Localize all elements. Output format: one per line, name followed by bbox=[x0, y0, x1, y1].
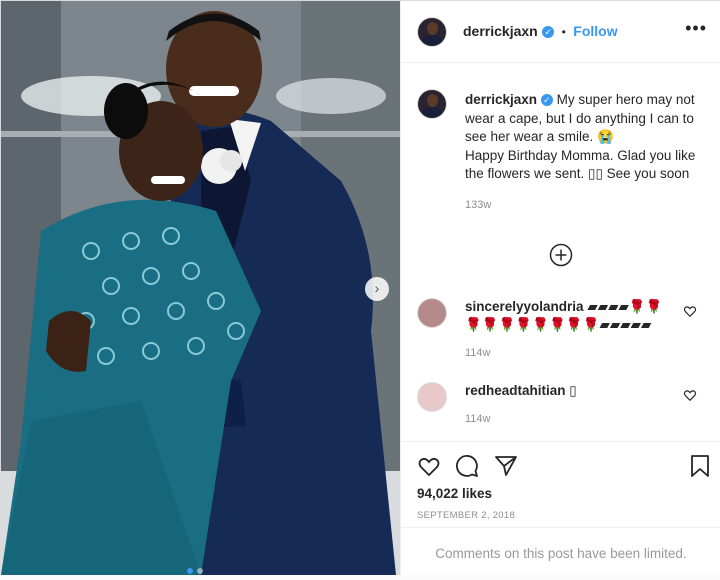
carousel-dot bbox=[197, 568, 203, 574]
share-icon[interactable] bbox=[494, 454, 518, 478]
comment-like-heart-icon[interactable] bbox=[683, 304, 697, 318]
follow-button[interactable]: Follow bbox=[573, 23, 617, 39]
comment-avatar[interactable] bbox=[417, 298, 447, 328]
carousel-dot-active bbox=[187, 568, 193, 574]
instagram-post: › derrickjaxn ✓ • Follow ••• derrickjaxn… bbox=[0, 0, 720, 575]
comment-like-heart-icon[interactable] bbox=[683, 388, 697, 402]
post-caption: derrickjaxn ✓ My super hero may not wear… bbox=[465, 91, 705, 214]
post-sidebar: derrickjaxn ✓ • Follow ••• derrickjaxn ✓… bbox=[400, 1, 720, 575]
caption-text-line2: Happy Birthday Momma. Glad you like the … bbox=[465, 147, 696, 182]
comment-avatar[interactable] bbox=[417, 382, 447, 412]
comment-icon[interactable] bbox=[455, 454, 479, 478]
comment-username[interactable]: redheadtahitian bbox=[465, 383, 566, 398]
carousel-next-button[interactable]: › bbox=[365, 277, 389, 301]
caption-time[interactable]: 133w bbox=[465, 196, 705, 215]
comment-text: ▯ bbox=[569, 383, 577, 398]
post-photo[interactable]: › bbox=[1, 1, 400, 575]
post-date[interactable]: SEPTEMBER 2, 2018 bbox=[417, 510, 515, 521]
post-header: derrickjaxn ✓ • Follow ••• bbox=[401, 1, 720, 63]
comment-username[interactable]: sincerelyyolandria bbox=[465, 299, 584, 314]
likes-count[interactable]: 94,022 likes bbox=[417, 486, 492, 501]
comment-item: sincerelyyolandria ▰▰▰▰🌹🌹🌹🌹🌹🌹🌹🌹🌹🌹▰▰▰▰▰ 1… bbox=[417, 298, 707, 362]
bookmark-icon[interactable] bbox=[689, 454, 711, 478]
caption-username[interactable]: derrickjaxn bbox=[465, 92, 537, 107]
verified-badge-icon: ✓ bbox=[542, 26, 555, 38]
header-separator: • bbox=[561, 25, 566, 39]
heart-icon[interactable] bbox=[417, 454, 441, 478]
verified-badge-icon: ✓ bbox=[540, 94, 553, 106]
comment-item: redheadtahitian ▯ 114w bbox=[417, 382, 707, 432]
comment-time[interactable]: 114w bbox=[465, 344, 675, 362]
header-username[interactable]: derrickjaxn bbox=[463, 23, 538, 39]
author-avatar[interactable] bbox=[417, 17, 447, 47]
action-bar bbox=[401, 441, 720, 477]
caption-avatar[interactable] bbox=[417, 89, 447, 119]
carousel-dots bbox=[185, 561, 205, 575]
more-options-button[interactable]: ••• bbox=[685, 19, 707, 37]
comments-limited-notice: Comments on this post have been limited. bbox=[401, 527, 720, 576]
photo-illustration bbox=[1, 1, 400, 575]
plus-circle-icon[interactable] bbox=[549, 243, 573, 267]
comment-time[interactable]: 114w bbox=[465, 410, 675, 428]
